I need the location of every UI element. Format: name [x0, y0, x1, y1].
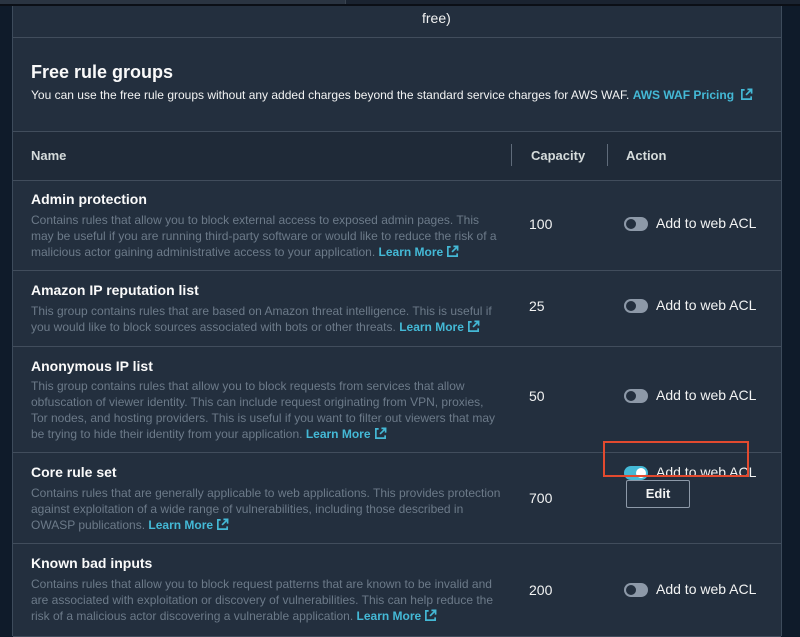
column-header-name[interactable]: Name — [31, 148, 66, 163]
top-strip-left — [0, 0, 345, 4]
rule-group-name: Core rule set — [31, 464, 117, 480]
rule-group-description-text: This group contains rules that allow you… — [31, 379, 496, 441]
add-to-web-acl-label[interactable]: Add to web ACL — [656, 581, 756, 597]
rule-group-name: Known bad inputs — [31, 555, 153, 571]
rule-group-name: Admin protection — [31, 191, 147, 207]
rule-groups-panel: free) Free rule groups You can use the f… — [12, 6, 782, 637]
column-divider — [607, 144, 608, 166]
section-divider — [13, 37, 781, 38]
rule-group-description: Contains rules that allow you to block e… — [31, 212, 501, 260]
toggle-knob — [626, 301, 636, 311]
external-link-icon[interactable] — [740, 88, 753, 101]
rule-group-description-text: Contains rules that are generally applic… — [31, 486, 501, 532]
toggle-knob — [626, 585, 636, 595]
rule-group-capacity: 50 — [529, 388, 545, 404]
rule-group-description: This group contains rules that allow you… — [31, 378, 501, 442]
learn-more-link[interactable]: Learn More — [379, 245, 444, 259]
add-to-web-acl-label[interactable]: Add to web ACL — [656, 215, 756, 231]
table-row: Anonymous IP list This group contains rul… — [13, 346, 781, 453]
external-link-icon[interactable] — [216, 518, 229, 531]
rule-group-name: Anonymous IP list — [31, 358, 153, 374]
rule-group-capacity: 200 — [529, 582, 553, 598]
learn-more-link[interactable]: Learn More — [399, 320, 464, 334]
rule-group-capacity: 100 — [529, 216, 553, 232]
add-to-web-acl-toggle[interactable] — [624, 389, 648, 403]
column-header-action[interactable]: Action — [626, 148, 666, 163]
rule-group-capacity: 25 — [529, 298, 545, 314]
add-to-web-acl-toggle[interactable] — [624, 583, 648, 597]
external-link-icon[interactable] — [467, 320, 480, 333]
column-header-capacity[interactable]: Capacity — [531, 148, 585, 163]
external-link-icon[interactable] — [424, 609, 437, 622]
add-to-web-acl-toggle[interactable] — [624, 217, 648, 231]
aws-waf-pricing-link[interactable]: AWS WAF Pricing — [633, 88, 734, 102]
rule-group-description: This group contains rules that are based… — [31, 303, 501, 335]
add-to-web-acl-label[interactable]: Add to web ACL — [656, 297, 756, 313]
rule-group-description: Contains rules that allow you to block r… — [31, 576, 501, 624]
table-header: Name Capacity Action — [13, 131, 781, 181]
edit-button[interactable]: Edit — [626, 480, 690, 508]
external-link-icon[interactable] — [446, 245, 459, 258]
add-to-web-acl-label[interactable]: Add to web ACL — [656, 387, 756, 403]
table-row: Admin protection Contains rules that allo… — [13, 179, 781, 271]
previous-section-text: free) — [422, 10, 451, 26]
highlight-box — [603, 441, 749, 477]
learn-more-link[interactable]: Learn More — [306, 427, 371, 441]
table-row: Amazon IP reputation list This group cont… — [13, 270, 781, 347]
toggle-knob — [626, 391, 636, 401]
rule-group-capacity: 700 — [529, 490, 553, 506]
toggle-knob — [626, 219, 636, 229]
external-link-icon[interactable] — [374, 427, 387, 440]
column-divider — [511, 144, 512, 166]
rule-group-name: Amazon IP reputation list — [31, 282, 199, 298]
learn-more-link[interactable]: Learn More — [148, 518, 213, 532]
learn-more-link[interactable]: Learn More — [357, 609, 422, 623]
section-title: Free rule groups — [31, 62, 174, 82]
add-to-web-acl-toggle[interactable] — [624, 299, 648, 313]
section-description-text: You can use the free rule groups without… — [31, 88, 630, 102]
rule-group-description: Contains rules that are generally applic… — [31, 485, 501, 533]
top-strip-right — [345, 0, 800, 4]
section-description: You can use the free rule groups without… — [31, 88, 753, 102]
table-row: Known bad inputs Contains rules that allo… — [13, 543, 781, 637]
